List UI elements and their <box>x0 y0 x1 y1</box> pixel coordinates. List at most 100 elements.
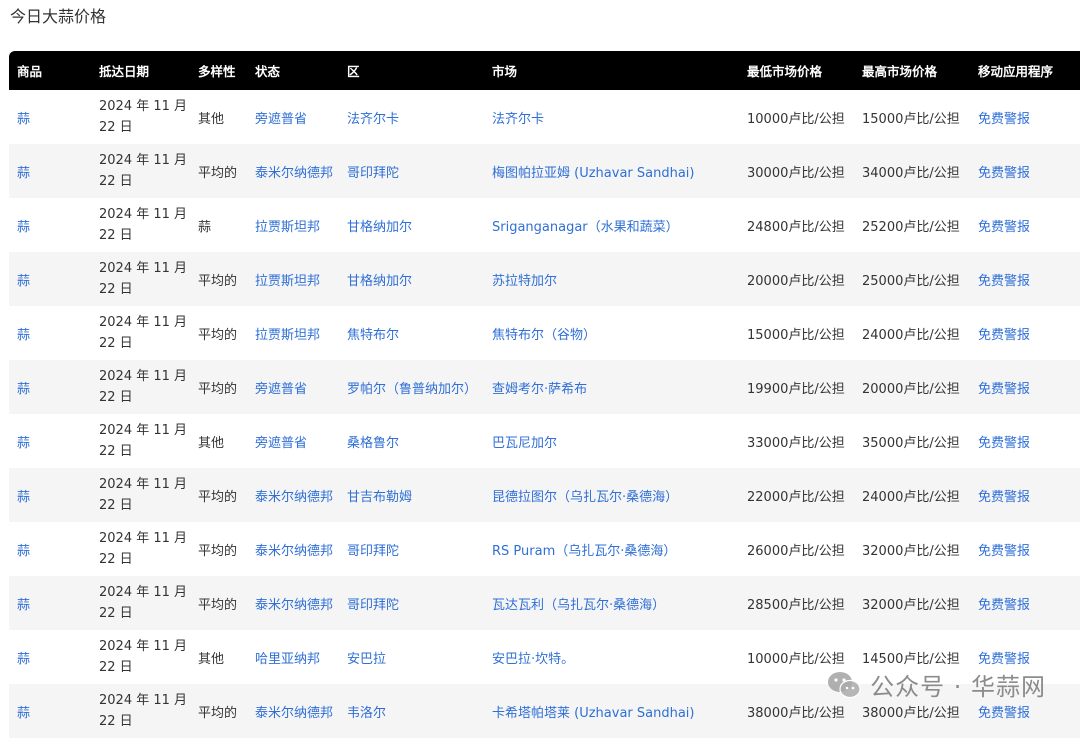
table-row: 蒜 2024 年 11 月 22 日 平均的 泰米尔纳德邦 韦洛尔 卡希塔帕塔莱 (Uzha… <box>9 684 1080 738</box>
state-link[interactable]: 拉贾斯坦邦 <box>255 328 320 343</box>
district-link[interactable]: 焦特布尔 <box>347 328 399 343</box>
state-link[interactable]: 拉贾斯坦邦 <box>255 220 320 235</box>
table-row: 蒜 2024 年 11 月 22 日 平均的 泰米尔纳德邦 哥印拜陀 梅图帕拉亚姆 (Uzh… <box>9 144 1080 198</box>
district-link[interactable]: 哥印拜陀 <box>347 166 399 181</box>
district-link[interactable]: 桑格鲁尔 <box>347 436 399 451</box>
market-link[interactable]: 苏拉特加尔 <box>492 274 557 289</box>
market-link[interactable]: 梅图帕拉亚姆 (Uzhavar Sandhai) <box>492 166 694 181</box>
market-link[interactable]: 查姆考尔·萨希布 <box>492 382 587 397</box>
state-link[interactable]: 旁遮普省 <box>255 436 307 451</box>
commodity-link[interactable]: 蒜 <box>17 112 30 127</box>
header-mobile-app: 移动应用程序 <box>978 64 1054 79</box>
max-price-cell: 20000卢比/公担 <box>862 381 960 397</box>
commodity-link[interactable]: 蒜 <box>17 220 30 235</box>
header-district: 区 <box>347 64 360 79</box>
market-link[interactable]: 卡希塔帕塔莱 (Uzhavar Sandhai) <box>492 706 694 721</box>
variety-cell: 平均的 <box>198 381 238 397</box>
district-link[interactable]: 法齐尔卡 <box>347 112 399 127</box>
free-alert-link[interactable]: 免费警报 <box>978 274 1030 289</box>
market-link[interactable]: 巴瓦尼加尔 <box>492 436 557 451</box>
district-link[interactable]: 罗帕尔（鲁普纳加尔） <box>347 382 477 397</box>
free-alert-link[interactable]: 免费警报 <box>978 382 1030 397</box>
table-header-row: 商品 抵达日期 多样性 状态 区 市场 最低市场价格 最高市场价格 移动应用程序 <box>9 51 1080 90</box>
free-alert-link[interactable]: 免费警报 <box>978 112 1030 127</box>
header-state: 状态 <box>255 64 281 79</box>
market-link[interactable]: 瓦达瓦利（乌扎瓦尔·桑德海） <box>492 598 665 613</box>
date-line-2: 22 日 <box>99 444 133 459</box>
district-link[interactable]: 甘格纳加尔 <box>347 274 412 289</box>
commodity-link[interactable]: 蒜 <box>17 166 30 181</box>
commodity-link[interactable]: 蒜 <box>17 544 30 559</box>
free-alert-link[interactable]: 免费警报 <box>978 166 1030 181</box>
table-row: 蒜 2024 年 11 月 22 日 平均的 拉贾斯坦邦 焦特布尔 焦特布尔（谷物） 1500… <box>9 306 1080 360</box>
state-link[interactable]: 泰米尔纳德邦 <box>255 598 333 613</box>
free-alert-link[interactable]: 免费警报 <box>978 220 1030 235</box>
free-alert-link[interactable]: 免费警报 <box>978 598 1030 613</box>
market-link[interactable]: RS Puram（乌扎瓦尔·桑德海） <box>492 544 676 559</box>
commodity-link[interactable]: 蒜 <box>17 436 30 451</box>
date-line-2: 22 日 <box>99 606 133 621</box>
price-table: 商品 抵达日期 多样性 状态 区 市场 最低市场价格 最高市场价格 移动应用程序… <box>9 51 1080 738</box>
market-link[interactable]: 昆德拉图尔（乌扎瓦尔·桑德海） <box>492 490 678 505</box>
arrival-date-cell: 2024 年 11 月 22 日 <box>91 684 190 738</box>
variety-cell: 平均的 <box>198 543 238 559</box>
commodity-link[interactable]: 蒜 <box>17 382 30 397</box>
variety-cell: 平均的 <box>198 489 238 505</box>
state-link[interactable]: 哈里亚纳邦 <box>255 652 320 667</box>
state-link[interactable]: 泰米尔纳德邦 <box>255 544 333 559</box>
market-link[interactable]: Sriganganagar（水果和蔬菜） <box>492 220 679 235</box>
price-table-container: 商品 抵达日期 多样性 状态 区 市场 最低市场价格 最高市场价格 移动应用程序… <box>9 51 1080 738</box>
date-line-1: 2024 年 11 月 <box>99 369 188 384</box>
market-link[interactable]: 焦特布尔（谷物） <box>492 328 596 343</box>
header-max-price: 最高市场价格 <box>862 64 938 79</box>
header-variety: 多样性 <box>198 64 236 79</box>
date-line-1: 2024 年 11 月 <box>99 261 188 276</box>
free-alert-link[interactable]: 免费警报 <box>978 436 1030 451</box>
commodity-link[interactable]: 蒜 <box>17 328 30 343</box>
date-line-2: 22 日 <box>99 228 133 243</box>
min-price-cell: 22000卢比/公担 <box>747 489 845 505</box>
free-alert-link[interactable]: 免费警报 <box>978 544 1030 559</box>
table-row: 蒜 2024 年 11 月 22 日 平均的 拉贾斯坦邦 甘格纳加尔 苏拉特加尔 20000卢… <box>9 252 1080 306</box>
commodity-link[interactable]: 蒜 <box>17 706 30 721</box>
district-link[interactable]: 甘吉布勒姆 <box>347 490 412 505</box>
table-row: 蒜 2024 年 11 月 22 日 蒜 拉贾斯坦邦 甘格纳加尔 Sriganganagar… <box>9 198 1080 252</box>
district-link[interactable]: 哥印拜陀 <box>347 598 399 613</box>
commodity-link[interactable]: 蒜 <box>17 652 30 667</box>
date-line-1: 2024 年 11 月 <box>99 585 188 600</box>
max-price-cell: 25200卢比/公担 <box>862 219 960 235</box>
free-alert-link[interactable]: 免费警报 <box>978 328 1030 343</box>
date-line-1: 2024 年 11 月 <box>99 207 188 222</box>
district-link[interactable]: 甘格纳加尔 <box>347 220 412 235</box>
variety-cell: 平均的 <box>198 273 238 289</box>
state-link[interactable]: 旁遮普省 <box>255 112 307 127</box>
date-line-2: 22 日 <box>99 714 133 729</box>
commodity-link[interactable]: 蒜 <box>17 274 30 289</box>
state-link[interactable]: 拉贾斯坦邦 <box>255 274 320 289</box>
market-link[interactable]: 安巴拉·坎特。 <box>492 652 574 667</box>
district-link[interactable]: 安巴拉 <box>347 652 386 667</box>
commodity-link[interactable]: 蒜 <box>17 490 30 505</box>
arrival-date-cell: 2024 年 11 月 22 日 <box>91 630 190 684</box>
state-link[interactable]: 泰米尔纳德邦 <box>255 490 333 505</box>
free-alert-link[interactable]: 免费警报 <box>978 706 1030 721</box>
market-link[interactable]: 法齐尔卡 <box>492 112 544 127</box>
arrival-date-cell: 2024 年 11 月 22 日 <box>91 198 190 252</box>
variety-cell: 其他 <box>198 111 225 127</box>
min-price-cell: 28500卢比/公担 <box>747 597 845 613</box>
arrival-date-cell: 2024 年 11 月 22 日 <box>91 252 190 306</box>
table-row: 蒜 2024 年 11 月 22 日 其他 哈里亚纳邦 安巴拉 安巴拉·坎特。 10000卢比… <box>9 630 1080 684</box>
free-alert-link[interactable]: 免费警报 <box>978 490 1030 505</box>
district-link[interactable]: 韦洛尔 <box>347 706 386 721</box>
date-line-1: 2024 年 11 月 <box>99 639 188 654</box>
commodity-link[interactable]: 蒜 <box>17 598 30 613</box>
state-link[interactable]: 泰米尔纳德邦 <box>255 706 333 721</box>
date-line-2: 22 日 <box>99 120 133 135</box>
state-link[interactable]: 旁遮普省 <box>255 382 307 397</box>
date-line-1: 2024 年 11 月 <box>99 531 188 546</box>
state-link[interactable]: 泰米尔纳德邦 <box>255 166 333 181</box>
date-line-2: 22 日 <box>99 660 133 675</box>
free-alert-link[interactable]: 免费警报 <box>978 652 1030 667</box>
district-link[interactable]: 哥印拜陀 <box>347 544 399 559</box>
max-price-cell: 24000卢比/公担 <box>862 327 960 343</box>
